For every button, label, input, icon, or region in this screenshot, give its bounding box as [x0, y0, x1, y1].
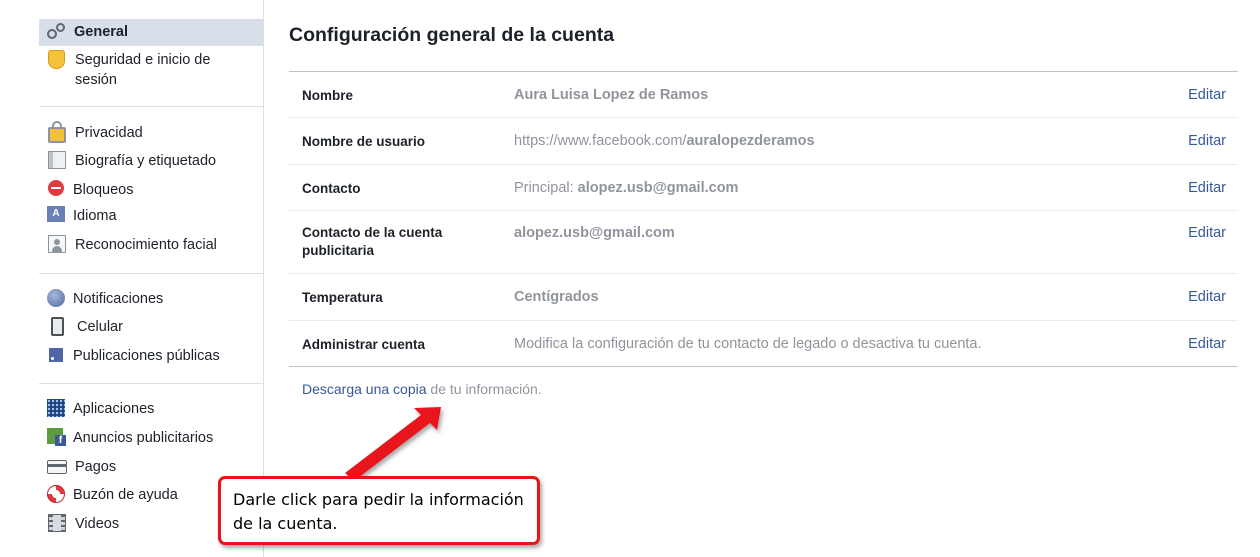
sidebar-item-face-recognition[interactable]: Reconocimiento facial: [39, 232, 263, 259]
setting-value-plain: Modifica la configuración de tu contacto…: [514, 336, 982, 352]
setting-value-bold: alopez.usb@gmail.com: [577, 180, 739, 196]
ads-icon: [47, 428, 66, 446]
edit-link[interactable]: Editar: [1188, 224, 1226, 242]
download-info-text: de tu información.: [426, 381, 542, 397]
settings-row: Nombre de usuario https://www.facebook.co…: [289, 118, 1238, 165]
sidebar-item-label: Publicaciones públicas: [73, 348, 220, 364]
settings-table: Nombre Aura Luisa Lopez de Ramos Editar Nom…: [289, 71, 1238, 367]
setting-label: Nombre de usuario: [302, 134, 426, 149]
setting-value-bold: alopez.usb@gmail.com: [514, 225, 675, 241]
sidebar-item-lock[interactable]: Privacidad: [39, 120, 263, 147]
rss-icon: [49, 348, 63, 362]
setting-value-plain: Principal:: [514, 180, 578, 196]
edit-link[interactable]: Editar: [1188, 288, 1226, 306]
sidebar-item-rss[interactable]: Publicaciones públicas: [39, 343, 263, 370]
sidebar-item-gear[interactable]: General: [39, 19, 263, 46]
sidebar-item-label: Bloqueos: [73, 182, 134, 198]
sidebar-item-language[interactable]: A Idioma: [39, 203, 263, 230]
sidebar-divider: [39, 106, 263, 107]
language-icon: A: [47, 206, 65, 222]
sidebar-item-label: Privacidad: [75, 125, 143, 141]
edit-link[interactable]: Editar: [1188, 335, 1226, 353]
setting-value: alopez.usb@gmail.com: [514, 224, 675, 242]
setting-label: Contacto: [302, 181, 361, 196]
sidebar-item-label: Aplicaciones: [73, 401, 155, 417]
setting-value-bold: Centígrados: [514, 289, 599, 305]
page-title: Configuración general de la cuenta: [289, 24, 615, 46]
settings-row: Contacto Principal: alopez.usb@gmail.com E…: [289, 165, 1238, 211]
sidebar-item-label: Videos: [75, 516, 120, 532]
setting-value: Centígrados: [514, 288, 599, 306]
download-copy-link[interactable]: Descarga una copia: [302, 381, 427, 397]
globe-icon: [47, 289, 65, 307]
sidebar-divider: [39, 273, 263, 274]
setting-value: Aura Luisa Lopez de Ramos: [514, 86, 708, 104]
video-icon: [48, 514, 66, 532]
setting-value-bold: auralopezderamos: [686, 133, 815, 149]
setting-value-plain: https://www.facebook.com/: [514, 133, 687, 149]
settings-row: Temperatura Centígrados Editar: [289, 274, 1238, 321]
sidebar-item-ads[interactable]: Anuncios publicitarios: [39, 425, 263, 452]
callout-text: Darle click para pedir la información de…: [233, 490, 524, 533]
edit-link[interactable]: Editar: [1188, 132, 1226, 150]
setting-value: Principal: alopez.usb@gmail.com: [514, 179, 738, 197]
sidebar-item-apps[interactable]: Aplicaciones: [39, 396, 263, 423]
block-icon: [48, 180, 64, 196]
sidebar-item-label: Anuncios publicitarios: [73, 430, 214, 446]
edit-link[interactable]: Editar: [1188, 86, 1226, 104]
card-icon: [47, 460, 67, 474]
sidebar-item-globe[interactable]: Notificaciones: [39, 286, 263, 313]
apps-icon: [47, 399, 65, 417]
face-recognition-icon: [48, 235, 66, 253]
settings-row: Nombre Aura Luisa Lopez de Ramos Editar: [289, 72, 1238, 118]
edit-link[interactable]: Editar: [1188, 179, 1226, 197]
instruction-callout: Darle click para pedir la información de…: [218, 476, 540, 545]
sidebar-item-label: General: [74, 24, 128, 40]
settings-row: Administrar cuenta Modifica la configurac…: [289, 321, 1238, 366]
sidebar-item-label: Pagos: [75, 459, 117, 475]
setting-value-bold: Aura Luisa Lopez de Ramos: [514, 87, 709, 103]
sidebar-item-label: Notificaciones: [73, 291, 164, 307]
setting-label: Temperatura: [302, 290, 383, 305]
sidebar-item-label: Celular: [77, 319, 123, 335]
settings-row: Contacto de la cuenta publicitaria alopez…: [289, 211, 1238, 274]
shield-icon: [48, 50, 65, 69]
sidebar-divider: [39, 383, 263, 384]
setting-label: Administrar cuenta: [302, 337, 426, 352]
sidebar-item-label: Biografía y etiquetado: [75, 153, 217, 169]
lock-icon: [48, 121, 66, 143]
timeline-icon: [48, 151, 66, 169]
sidebar-item-label: Reconocimiento facial: [75, 237, 217, 253]
sidebar-item-label: Buzón de ayuda: [73, 487, 178, 503]
sidebar-item-block[interactable]: Bloqueos: [39, 177, 263, 204]
sidebar-item-shield[interactable]: Seguridad e inicio de sesión: [39, 47, 263, 93]
sidebar-item-label: Idioma: [73, 208, 117, 224]
setting-label: Contacto de la cuenta publicitaria: [302, 225, 443, 258]
help-icon: [47, 485, 65, 503]
phone-icon: [51, 317, 64, 336]
sidebar-item-label: Seguridad e inicio de sesión: [75, 52, 211, 88]
sidebar-item-timeline[interactable]: Biografía y etiquetado: [39, 148, 263, 175]
sidebar-item-phone[interactable]: Celular: [39, 314, 263, 341]
setting-label: Nombre: [302, 88, 354, 103]
download-info-line: Descarga una copia de tu información.: [302, 381, 542, 397]
gear-icon: [46, 22, 66, 42]
setting-value: Modifica la configuración de tu contacto…: [514, 335, 982, 353]
setting-value: https://www.facebook.com/auralopezderamo…: [514, 132, 815, 150]
settings-sidebar: General Seguridad e inicio de sesión Priva…: [0, 0, 264, 557]
